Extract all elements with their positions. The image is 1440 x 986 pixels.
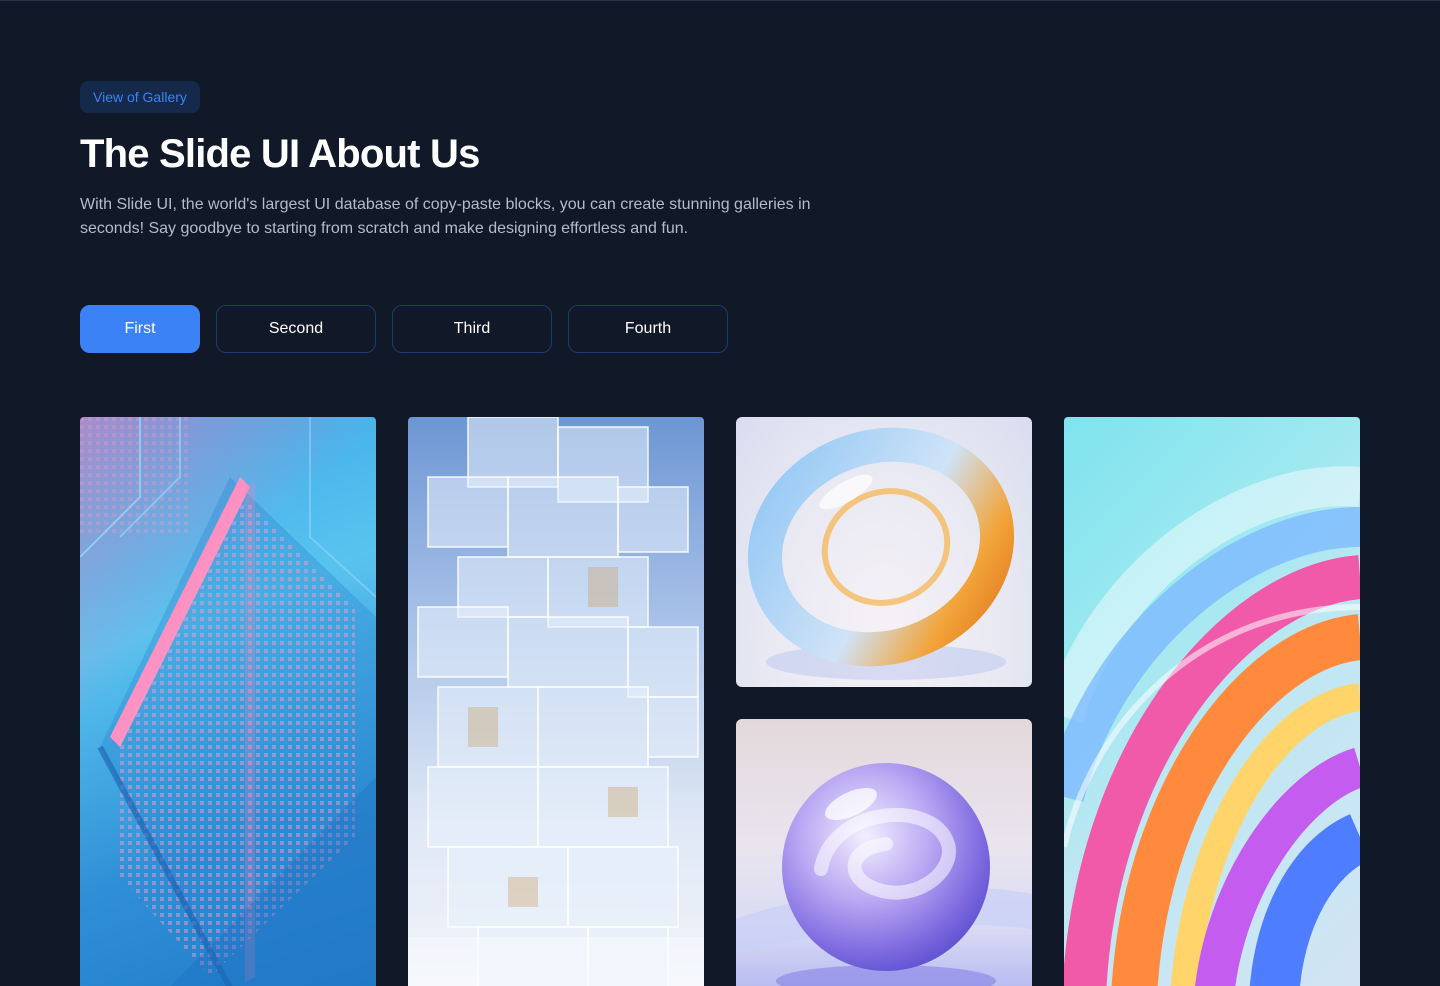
gallery-image-circuit[interactable]	[80, 417, 376, 986]
tab-fourth[interactable]: Fourth	[568, 305, 728, 353]
tab-first[interactable]: First	[80, 305, 200, 353]
glass-sphere-illustration	[736, 763, 1032, 986]
gallery-tabs: First Second Third Fourth	[80, 305, 728, 353]
page-title: The Slide UI About Us	[80, 132, 480, 176]
color-swirl-illustration	[1064, 466, 1360, 986]
top-divider	[0, 0, 1440, 1]
section-badge: View of Gallery	[80, 81, 200, 113]
circuit-illustration	[80, 417, 376, 986]
tab-second[interactable]: Second	[216, 305, 376, 353]
gallery-image-glass-sphere[interactable]	[736, 719, 1032, 986]
gallery-image-color-swirl[interactable]	[1064, 417, 1360, 986]
tab-third[interactable]: Third	[392, 305, 552, 353]
page: View of Gallery The Slide UI About Us Wi…	[0, 0, 1440, 986]
glass-ring-illustration	[747, 427, 1015, 680]
page-description: With Slide UI, the world's largest UI da…	[80, 196, 811, 237]
glass-cubes-illustration	[408, 417, 704, 986]
gallery-image-glass-ring[interactable]	[736, 417, 1032, 687]
gallery-image-glass-cubes[interactable]	[408, 417, 704, 986]
